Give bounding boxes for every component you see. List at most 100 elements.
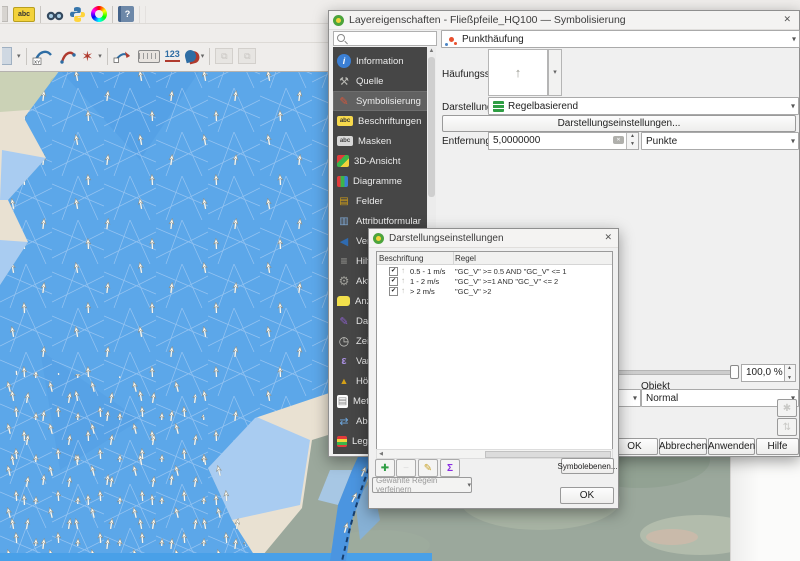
- dialog-title-bar[interactable]: Darstellungseinstellungen: [369, 229, 618, 248]
- vertex-tool-icon[interactable]: XY: [32, 46, 54, 66]
- scrollbar-thumb[interactable]: [485, 451, 611, 458]
- qgis-logo-icon: [333, 15, 344, 26]
- arrow-symbol: ↑: [515, 65, 522, 80]
- renderer-settings-button[interactable]: Darstellungseinstellungen...: [442, 115, 796, 132]
- chevron-down-icon[interactable]: ▾: [17, 53, 21, 60]
- separator: [145, 6, 146, 23]
- dialog-title: Darstellungseinstellungen: [389, 233, 504, 244]
- opacity-spinbox[interactable]: 100,0 %: [741, 364, 785, 382]
- sidebar-item-diagramme[interactable]: Diagramme: [333, 171, 431, 191]
- distance-value: 5,0000000: [493, 135, 540, 146]
- rule-row[interactable]: ✔ ↑ 0.5 - 1 m/s "GC_V" >= 0.5 AND "GC_V"…: [377, 266, 612, 276]
- renderer-type-dropdown[interactable]: Punkthäufung ▾: [441, 30, 800, 48]
- opacity-value: 100,0 %: [746, 367, 783, 378]
- opacity-spinner[interactable]: ▲ ▼: [784, 364, 796, 382]
- rules-ok-button[interactable]: OK: [560, 487, 614, 504]
- scroll-left-icon[interactable]: ◀: [377, 450, 385, 458]
- metasearch-icon[interactable]: [46, 6, 64, 23]
- partial-tool-icon[interactable]: [2, 47, 12, 65]
- separator: [112, 6, 113, 23]
- remove-rule-button: −: [396, 459, 416, 477]
- sidebar-item-symbolisierung[interactable]: ✎Symbolisierung: [333, 91, 431, 111]
- cancel-button[interactable]: Abbrechen: [659, 438, 707, 455]
- apply-button[interactable]: Anwenden: [708, 438, 755, 455]
- close-icon[interactable]: ✕: [783, 14, 791, 25]
- disabled-tool-icon: ⧉: [215, 48, 233, 64]
- spinner[interactable]: ▲▼: [626, 133, 638, 149]
- masks-icon: abc: [337, 136, 353, 146]
- sidebar-item-quelle[interactable]: ⚒Quelle: [333, 71, 431, 91]
- chevron-down-icon[interactable]: ▾: [201, 53, 205, 60]
- rule-checkbox[interactable]: ✔: [389, 287, 398, 296]
- search-icon: [337, 34, 345, 42]
- symbol-dropdown-button[interactable]: ▾: [548, 49, 562, 96]
- auxiliary-storage-icon: ≡: [337, 254, 351, 268]
- variables-icon: ε: [337, 354, 351, 368]
- fields-icon: ▤: [337, 194, 351, 208]
- move-feature-icon[interactable]: [113, 47, 133, 65]
- help-icon[interactable]: ?: [118, 6, 134, 22]
- clear-value-icon[interactable]: ✕: [613, 136, 624, 144]
- point-cluster-icon: [449, 37, 454, 42]
- snapping-star-icon[interactable]: ✶: [82, 49, 94, 63]
- arrow-symbol-icon: ↑: [401, 267, 405, 275]
- dialog-title: Layereigenschaften - Fließpfeile_HQ100 —…: [349, 14, 626, 26]
- effects-button: ✱: [777, 399, 797, 417]
- python-console-icon[interactable]: [69, 6, 86, 23]
- chevron-down-icon: ▾: [792, 35, 796, 44]
- arrow-symbol-icon: ↑: [401, 287, 405, 295]
- side-panel-area: [730, 455, 800, 561]
- search-input[interactable]: [348, 32, 436, 45]
- svg-text:XY: XY: [34, 59, 40, 64]
- partial-icon[interactable]: [2, 6, 8, 22]
- dialog-title-bar[interactable]: Layereigenschaften - Fließpfeile_HQ100 —…: [329, 11, 799, 30]
- chevron-down-icon: ▾: [633, 394, 637, 403]
- rule-checkbox[interactable]: ✔: [389, 277, 398, 286]
- sum-button[interactable]: Σ: [440, 459, 460, 477]
- distance-unit-dropdown[interactable]: Punkte ▾: [641, 132, 799, 150]
- rules-table: Beschriftung Regel ✔ ↑ 0.5 - 1 m/s "GC_V…: [376, 251, 613, 450]
- advanced-digitizing-icon[interactable]: [138, 50, 160, 63]
- arrow-symbol-icon: ↑: [401, 277, 405, 285]
- table-header: Beschriftung Regel: [377, 252, 612, 265]
- joins-icon: ◀: [337, 234, 351, 248]
- edit-rule-button[interactable]: ✎: [418, 459, 438, 477]
- rendering-settings-dialog: Darstellungseinstellungen ✕ Beschriftung…: [368, 228, 619, 509]
- symbology-icon: ✎: [337, 94, 351, 108]
- sidebar-item-3d-ansicht[interactable]: 3D-Ansicht: [333, 151, 431, 171]
- sidebar-item-information[interactable]: iInformation: [333, 51, 431, 71]
- qgis-application: abc ? ▾ XY: [0, 0, 800, 561]
- chevron-down-icon: ▾: [791, 102, 795, 111]
- curve-tool-icon[interactable]: [59, 46, 77, 66]
- numeric-input-icon[interactable]: 123: [165, 50, 180, 62]
- display-icon: [337, 296, 350, 306]
- rule-checkbox[interactable]: ✔: [389, 267, 398, 276]
- cluster-symbol-preview[interactable]: ↑: [488, 49, 548, 96]
- close-icon[interactable]: ✕: [604, 232, 612, 243]
- chevron-down-icon: ▾: [791, 137, 795, 146]
- feature-blend-dropdown[interactable]: Normal ▾: [641, 389, 799, 407]
- sidebar-item-felder[interactable]: ▤Felder: [333, 191, 431, 211]
- dependencies-icon: ⇄: [337, 414, 351, 428]
- disabled-tool-icon: ⧉: [238, 48, 256, 64]
- refine-rules-dropdown[interactable]: Gewählte Regeln verfeinern ▾: [372, 477, 472, 493]
- add-rule-button[interactable]: ✚: [375, 459, 395, 477]
- help-button[interactable]: Hilfe: [756, 438, 799, 455]
- opacity-slider-handle[interactable]: [730, 365, 739, 379]
- diagrams-icon: [337, 176, 348, 187]
- rule-row[interactable]: ✔ ↑ > 2 m/s "GC_V" >2: [377, 286, 612, 296]
- symbol-levels-button[interactable]: Symbolebenen...: [561, 458, 614, 474]
- trace-tool-icon[interactable]: [183, 49, 197, 63]
- color-wheel-icon[interactable]: [91, 6, 107, 22]
- sidebar-item-beschriftungen[interactable]: abcBeschriftungen: [333, 111, 431, 131]
- rendering-dropdown[interactable]: Regelbasierend ▾: [488, 97, 799, 115]
- chevron-down-icon: ▾: [467, 482, 471, 489]
- sort-button: ⇅: [777, 418, 797, 436]
- rule-row[interactable]: ✔ ↑ 1 - 2 m/s "GC_V" >=1 AND "GC_V" <= 2: [377, 276, 612, 286]
- separator: [26, 48, 27, 65]
- chevron-down-icon[interactable]: ▾: [98, 53, 102, 60]
- view-3d-icon: [337, 155, 349, 167]
- sidebar-item-masken[interactable]: abcMasken: [333, 131, 431, 151]
- labeling-icon[interactable]: abc: [13, 7, 35, 22]
- distance-spinbox[interactable]: 5,0000000 ✕ ▲▼: [488, 132, 639, 150]
